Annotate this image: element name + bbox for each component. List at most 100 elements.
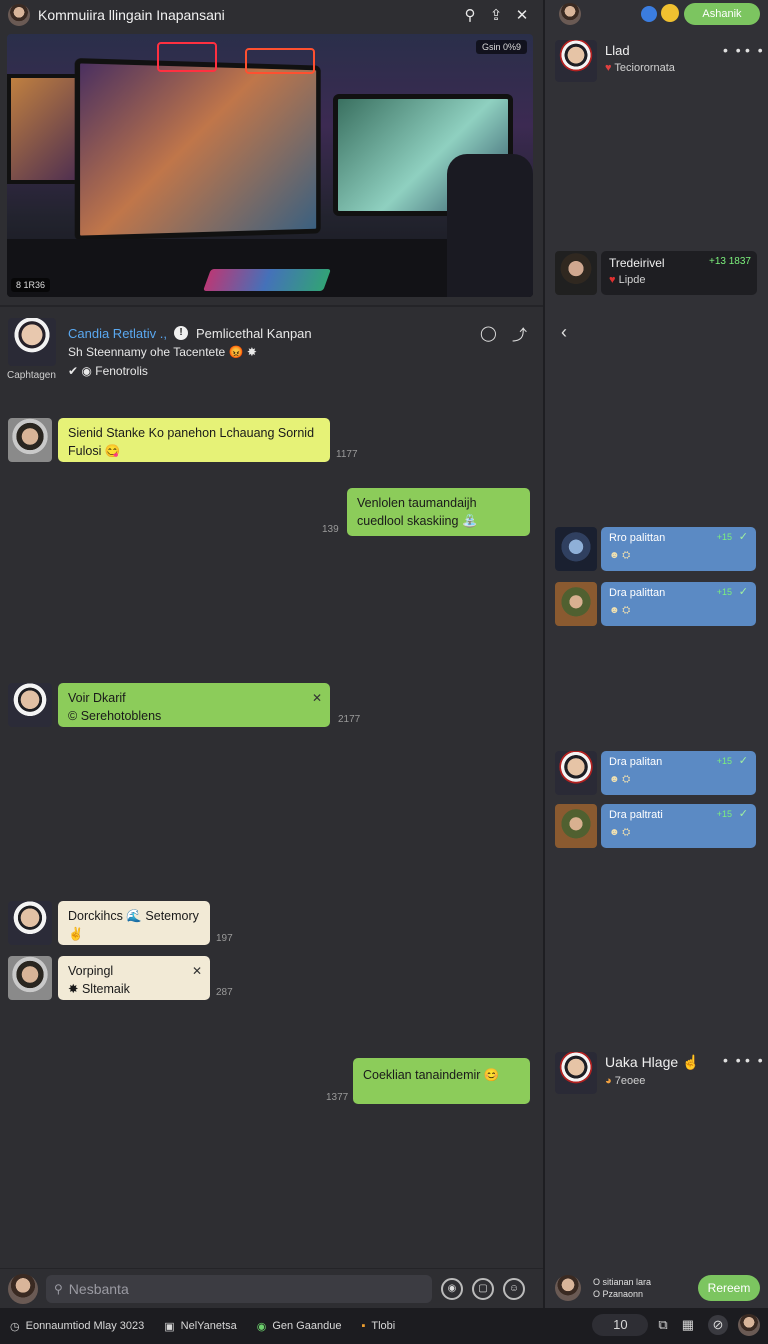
message-input-placeholder: Nesbanta [68,1280,129,1297]
message-bubble[interactable]: Dorckihcs 🌊 Setemory ✌ [58,901,210,945]
heart-icon: ♥ [605,62,612,74]
contact-tag-text: Fenotrolis [95,364,148,378]
contact-avatar[interactable] [8,318,56,366]
video-player[interactable]: Gsin 0%9 8 1R36 [7,34,533,297]
composer-text: O sitianan lara O Pzanaonn [593,1276,651,1300]
composer-avatar[interactable] [555,1275,581,1301]
header-action-button[interactable]: Ashanik [684,3,760,25]
status-item[interactable]: ▣ NelYanetsa [164,1320,236,1333]
message-time: 197 [216,933,233,944]
contact-name[interactable]: Candia Retlativ ., [68,326,167,341]
side-panel: Ashanik Llad ♥ Teciorornata • • • • Tred… [545,0,768,1308]
check-icon: ✓ [738,586,748,598]
close-icon[interactable]: ✕ [192,962,202,980]
pin-icon[interactable]: ⚲ [457,6,483,24]
video-frame-detail [245,48,315,74]
attach-icon[interactable]: ▢ [472,1277,494,1300]
message-bubble[interactable]: Tredeirivel ♥ Lipde +13 1837 [601,251,757,295]
window-icon: ▣ [164,1320,175,1333]
emoji-icon: 🌊 [126,909,142,923]
message-row: Venlolen taumandaijh cuedlool skaskiing … [347,488,530,536]
contact-card[interactable]: Uaka Hlage ☝ ◕ 7eoee [555,1052,699,1094]
emoji-icon[interactable] [661,4,679,22]
grid-icon[interactable]: ▦ [682,1317,694,1333]
more-icon[interactable]: • • [745,1052,765,1068]
copy-icon[interactable]: ⧉ [658,1317,667,1333]
message-bubble[interactable]: Rro palittan ☻ ⛭ +15 ✓ [601,527,756,571]
sender-avatar[interactable] [555,582,597,626]
back-icon[interactable]: ‹ [561,322,567,343]
more-icon[interactable]: • • [723,42,743,58]
send-button[interactable]: Rereem [698,1275,760,1301]
comment-icon[interactable]: ◯ [480,324,497,342]
side-panel-header: Ashanik [545,0,768,28]
sender-avatar[interactable] [8,956,52,1000]
account-avatar[interactable] [738,1314,760,1336]
contact-avatar[interactable] [555,1052,597,1094]
contact-subtitle: ♥ Teciorornata [605,62,675,74]
heart-icon: ♥ [609,274,616,286]
sender-avatar[interactable] [555,804,597,848]
forward-icon[interactable]: ⤴ [512,324,527,345]
status-item[interactable]: ◉ Gen Gaandue [257,1320,342,1333]
camera-icon[interactable]: ◉ [441,1277,463,1300]
sender-avatar[interactable] [555,751,597,795]
counter-badge[interactable]: 10 [592,1314,649,1336]
message-bubble[interactable]: Dra palittan ☻ ⛭ +15 ✓ [601,582,756,626]
share-icon[interactable]: ⇪ [483,6,509,24]
message-bubble[interactable]: Venlolen taumandaijh cuedlool skaskiing … [347,488,530,536]
more-icon[interactable]: • • [723,1052,743,1068]
contact-subtitle: ◕ 7eoee [605,1075,699,1087]
message-text-content: Setemory [145,909,199,923]
message-bubble[interactable]: Coeklian tanaindemir 😊 [353,1058,530,1104]
message-row: Sienid Stanke Ko panehon Lchauang Sornid… [8,418,330,462]
sender-avatar[interactable] [8,418,52,462]
close-icon[interactable]: ✕ [509,6,535,24]
status-item[interactable]: ▪ Tlobi [361,1320,395,1332]
emoji-icon: ☻ ⛭ [609,827,631,838]
side-avatar[interactable] [559,3,581,25]
message-bubble[interactable]: Dra palitan ☻ ⛭ +15 ✓ [601,751,756,795]
status-item[interactable]: ◷ Eonnaumtiod Mlay 3023 [10,1320,144,1333]
more-icon[interactable]: • • [745,42,765,58]
message-count: +13 1837 [709,256,751,267]
sender-avatar[interactable] [8,901,52,945]
sender-avatar[interactable] [555,251,597,295]
online-icon: ◉ [256,1320,267,1333]
message-time: 2177 [338,714,361,725]
contact-avatar[interactable] [555,40,597,82]
message-subtitle-text: Lipde [618,274,646,286]
contact-card-text: Llad ♥ Teciorornata [605,43,675,74]
message-text: Vorpingl [68,964,114,978]
divider [0,305,543,307]
emoji-icon: 😊 [483,1068,500,1082]
link-icon[interactable]: ⊘ [708,1315,728,1335]
close-icon[interactable]: ✕ [312,689,322,707]
emoji-icon: ◕ [605,1075,612,1087]
message-bubble[interactable]: Dra paltrati ☻ ⛭ +15 ✓ [601,804,756,848]
composer-avatar[interactable] [8,1273,38,1304]
sender-avatar[interactable] [555,527,597,571]
clock-icon: ◷ [10,1320,20,1333]
message-row: Voir Dkarif © Serehotoblens ✕ [8,683,330,727]
message-row: Vorpingl ✸ Sltemaik ✕ [8,956,210,1000]
message-input[interactable]: ⚲ Nesbanta [46,1274,432,1303]
star-icon: ✸ [68,982,79,996]
contact-tag: ✔ ◉ Fenotrolis [68,364,148,378]
contact-card[interactable]: Llad ♥ Teciorornata [555,40,675,82]
message-bubble[interactable]: Voir Dkarif © Serehotoblens ✕ [58,683,330,727]
info-icon[interactable]: ! [174,326,188,340]
emoji-icon[interactable]: ☺ [503,1277,525,1300]
emoji-icon: ⛲ [461,514,478,528]
notification-icon[interactable] [641,6,657,22]
sender-avatar[interactable] [8,683,52,727]
message-subtext: ✸ Sltemaik [68,980,200,998]
message-bubble[interactable]: Sienid Stanke Ko panehon Lchauang Sornid… [58,418,330,462]
message-time: 139 [322,524,339,535]
message-count: +15 [716,587,732,597]
composer-line: O Pzanaonn [593,1289,644,1299]
emoji-icon: 😡 [228,345,244,359]
user-avatar[interactable] [8,4,30,26]
message-bubble[interactable]: Vorpingl ✸ Sltemaik ✕ [58,956,210,1000]
message-time: 1177 [336,449,358,460]
